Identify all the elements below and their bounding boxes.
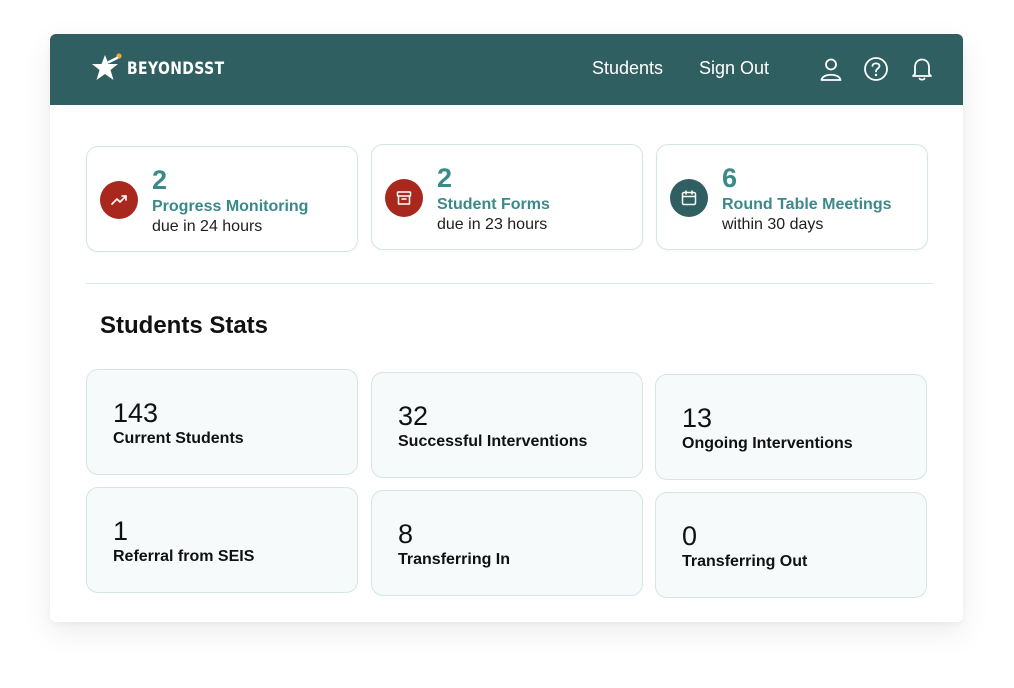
stat-card-transferring-in[interactable]: 8 Transferring In [371, 490, 643, 596]
stat-value: 143 [113, 398, 159, 428]
stat-value: 8 [398, 519, 414, 549]
alert-card-student-forms[interactable]: 2 Student Forms due in 23 hours [371, 144, 643, 250]
star-person-icon [92, 53, 122, 80]
alert-icon-badge [670, 179, 708, 217]
user-icon[interactable] [818, 56, 844, 82]
alert-title: Round Table Meetings [722, 196, 892, 213]
stat-card-successful-interventions[interactable]: 32 Successful Interventions [371, 372, 643, 478]
top-navigation-bar: BEYONDSST Students Sign Out [50, 34, 963, 105]
section-divider [86, 283, 933, 284]
alert-subtitle: due in 24 hours [152, 218, 263, 235]
stat-label: Ongoing Interventions [682, 435, 853, 452]
nav-link-sign-out[interactable]: Sign Out [699, 58, 769, 79]
alert-title: Student Forms [437, 196, 550, 213]
nav-link-students[interactable]: Students [592, 58, 663, 79]
stat-card-transferring-out[interactable]: 0 Transferring Out [655, 492, 927, 598]
alert-count: 2 [152, 165, 168, 195]
alert-icon-badge [100, 181, 138, 219]
brand-logo[interactable]: BEYONDSST [90, 52, 246, 86]
alert-subtitle: due in 23 hours [437, 216, 548, 233]
stat-card-current-students[interactable]: 143 Current Students [86, 369, 358, 475]
calendar-icon [681, 190, 697, 206]
bell-icon[interactable] [909, 56, 935, 82]
stat-value: 0 [682, 521, 698, 551]
section-title-students-stats: Students Stats [100, 312, 269, 339]
stat-value: 13 [682, 403, 713, 433]
stat-label: Transferring Out [682, 553, 808, 570]
archive-box-icon [396, 191, 412, 205]
stat-label: Current Students [113, 430, 244, 447]
stat-value: 32 [398, 401, 429, 431]
stat-card-referral-from-seis[interactable]: 1 Referral from SEIS [86, 487, 358, 593]
brand-name: BEYONDSST [127, 59, 225, 79]
stat-label: Successful Interventions [398, 433, 588, 450]
alert-title: Progress Monitoring [152, 198, 309, 215]
alert-icon-badge [385, 179, 423, 217]
stat-label: Referral from SEIS [113, 548, 255, 565]
help-icon[interactable] [863, 56, 889, 82]
app-window: BEYONDSST Students Sign Out 2 Progress M… [50, 34, 963, 622]
stat-card-ongoing-interventions[interactable]: 13 Ongoing Interventions [655, 374, 927, 480]
alert-card-round-table-meetings[interactable]: 6 Round Table Meetings within 30 days [656, 144, 928, 250]
stat-label: Transferring In [398, 551, 511, 568]
alert-subtitle: within 30 days [722, 216, 824, 233]
stat-value: 1 [113, 516, 129, 546]
trending-up-icon [111, 195, 127, 205]
alert-count: 2 [437, 163, 453, 193]
alert-count: 6 [722, 163, 738, 193]
alert-card-progress-monitoring[interactable]: 2 Progress Monitoring due in 24 hours [86, 146, 358, 252]
